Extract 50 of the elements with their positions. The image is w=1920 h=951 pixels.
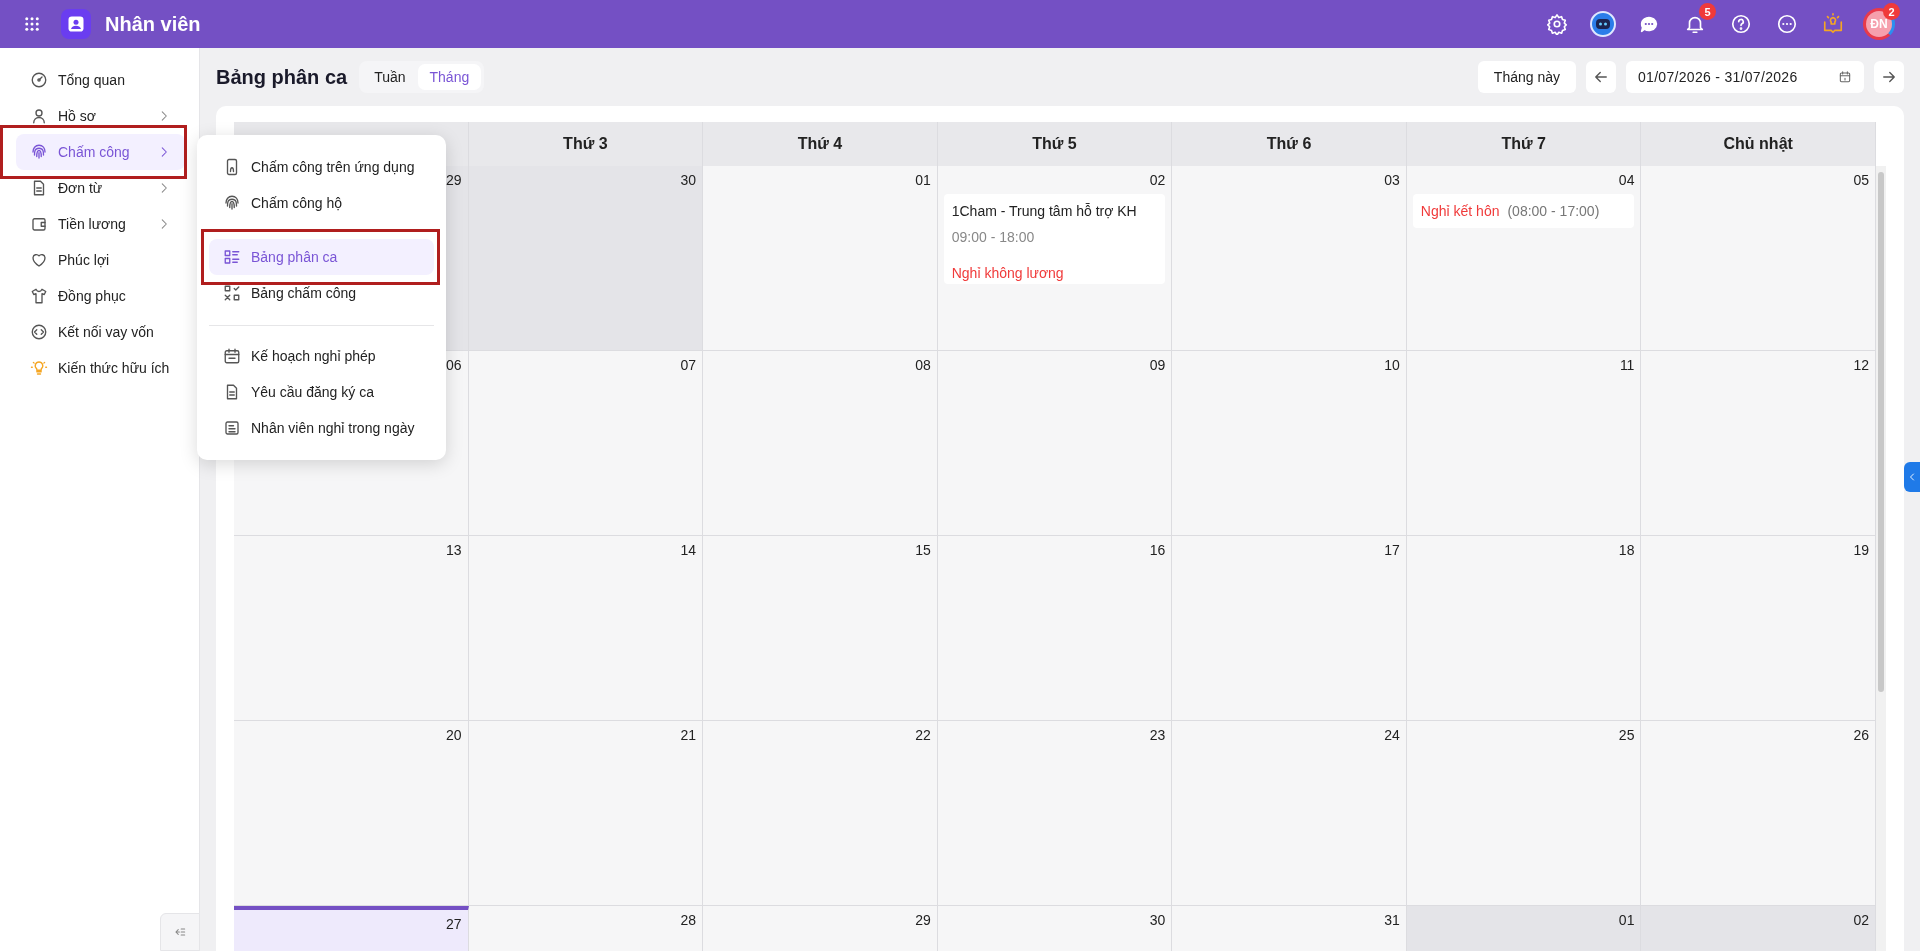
day-number: 13	[446, 542, 462, 558]
day-number: 03	[1384, 172, 1400, 188]
day-number: 22	[915, 727, 931, 743]
column-header: Thứ 3	[468, 122, 704, 166]
page-title: Bảng phân ca	[216, 65, 348, 89]
day-number: 15	[915, 542, 931, 558]
day-number: 01	[1618, 912, 1635, 928]
day-number: 02	[1853, 912, 1869, 928]
app-title: Nhân viên	[105, 12, 201, 36]
leave-label: Nghỉ không lương	[951, 264, 1065, 282]
day-number: 20	[446, 727, 462, 743]
day-number: 12	[1853, 357, 1869, 373]
column-header: Chủ nhật	[1641, 122, 1876, 166]
day-number: 29	[446, 172, 462, 188]
day-number: 26	[1853, 727, 1869, 743]
day-number: 23	[1149, 727, 1166, 743]
day-number: 06	[446, 357, 462, 373]
day-number: 07	[680, 357, 697, 373]
column-header: Thứ 4	[703, 122, 938, 166]
day-number: 25	[1618, 727, 1635, 743]
day-number: 08	[915, 357, 931, 373]
day-number: 24	[1384, 727, 1400, 743]
count-badge: 2	[1883, 3, 1900, 20]
day-number: 19	[1853, 542, 1869, 558]
day-number: 30	[680, 172, 697, 188]
day-number: 28	[680, 912, 697, 928]
day-number: 27	[446, 916, 462, 932]
day-number: 30	[1149, 912, 1166, 928]
shift-title: 1Cham - Trung tâm hỗ trợ KH	[951, 202, 1138, 220]
shift-time: 09:00 - 18:00	[951, 228, 1036, 246]
day-number: 31	[1384, 912, 1400, 928]
day-number: 01	[915, 172, 931, 188]
day-number: 18	[1618, 542, 1635, 558]
day-number: 14	[680, 542, 697, 558]
leave-label: Nghỉ kết hôn	[1420, 203, 1500, 219]
day-number: 21	[680, 727, 697, 743]
day-number: 29	[915, 912, 931, 928]
day-number: 05	[1853, 172, 1869, 188]
day-number: 02	[1149, 172, 1166, 188]
column-header: Thứ 6	[1172, 122, 1407, 166]
day-number: 17	[1384, 542, 1400, 558]
day-number: 10	[1384, 357, 1400, 373]
leave-time: (08:00 - 17:00)	[1507, 203, 1600, 219]
column-header: Thứ 5	[937, 122, 1173, 166]
count-badge: 5	[1699, 3, 1716, 20]
day-number: 09	[1149, 357, 1166, 373]
day-number: 11	[1619, 357, 1635, 373]
day-number: 16	[1149, 542, 1166, 558]
day-number: 04	[1618, 172, 1635, 188]
column-header: Thứ 7	[1406, 122, 1642, 166]
